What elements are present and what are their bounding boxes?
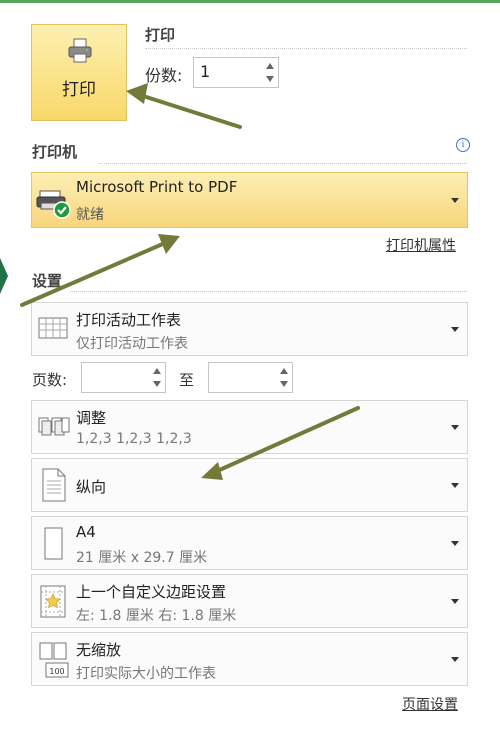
annotation-arrowhead-3 <box>201 462 223 480</box>
annotation-arrow-2 <box>20 241 167 307</box>
annotation-arrows <box>20 83 360 480</box>
annotation-arrowhead-1 <box>126 83 148 104</box>
annotation-arrow-3 <box>213 406 360 474</box>
annotation-arrow-1 <box>138 93 242 129</box>
